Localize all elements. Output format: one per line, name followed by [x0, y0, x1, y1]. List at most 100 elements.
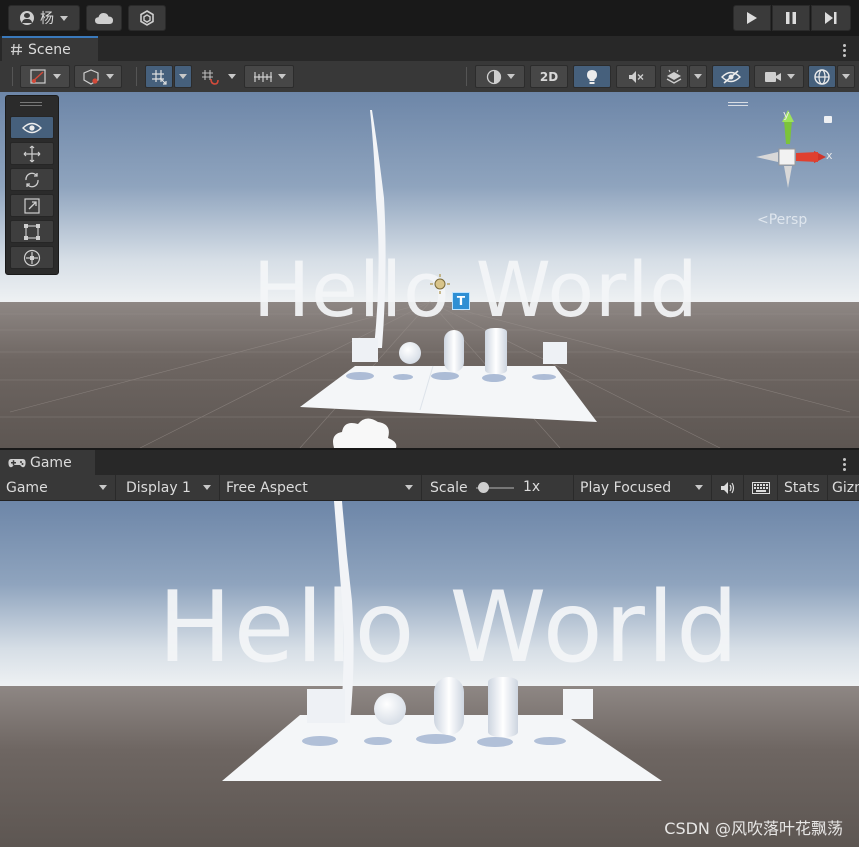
move-tool-button[interactable] [10, 142, 54, 165]
cube-icon [82, 68, 99, 85]
rotate-icon [25, 172, 39, 187]
effects-icon [666, 69, 682, 84]
scene-viewport[interactable]: Hello World T y x <Persp [0, 92, 859, 448]
speaker-icon [720, 481, 734, 494]
chevron-down-icon [695, 485, 703, 490]
play-mode-dropdown[interactable]: Play Focused [574, 475, 712, 500]
chevron-down-icon [405, 485, 413, 490]
light-gizmo-icon[interactable] [430, 274, 450, 294]
text-gizmo-icon[interactable]: T [452, 292, 470, 310]
scale-label: Scale [430, 479, 468, 496]
collab-icon [140, 10, 154, 26]
scene-hello-world-text[interactable]: Hello World [253, 245, 699, 334]
move-icon [23, 145, 41, 162]
play-icon [747, 12, 757, 24]
chevron-down-icon [842, 74, 850, 79]
chevron-down-icon [60, 15, 68, 21]
ruler-icon [253, 71, 272, 82]
scale-icon [24, 197, 40, 214]
lock-icon[interactable] [824, 116, 832, 123]
display-dropdown[interactable]: Display 1 [116, 475, 220, 500]
increment-snap-dropdown[interactable] [223, 65, 241, 88]
account-label: 杨 [40, 11, 54, 27]
projection-toggle[interactable]: <Persp [757, 212, 807, 228]
gizmo-x-label: x [826, 149, 833, 162]
game-capsule [434, 677, 464, 735]
play-button[interactable] [733, 5, 771, 31]
stats-button[interactable]: Stats [778, 475, 828, 500]
mute-icon [629, 70, 644, 83]
chevron-down-icon [179, 74, 187, 79]
grid-snap-button[interactable] [145, 65, 173, 88]
scene-toolbar: 2D [0, 61, 859, 93]
tab-game-label: Game [30, 454, 72, 471]
gizmo-handle-icon[interactable] [728, 102, 748, 103]
main-toolbar: 杨 [0, 0, 859, 36]
mute-audio-button[interactable] [712, 475, 744, 500]
effects-button[interactable] [660, 65, 688, 88]
scene-cylinder[interactable] [485, 328, 507, 374]
tab-game[interactable]: Game [0, 450, 95, 475]
scene-particle-cloud [333, 418, 397, 448]
scene-tall-shape[interactable] [360, 108, 400, 368]
scene-sphere[interactable] [399, 342, 421, 364]
chevron-down-icon [694, 74, 702, 79]
rotate-tool-button[interactable] [10, 168, 54, 191]
scene-menu-icon[interactable] [843, 42, 847, 59]
collab-button[interactable] [128, 5, 166, 31]
shading-icon [486, 69, 501, 84]
scene-capsule[interactable] [444, 330, 464, 372]
aspect-dropdown[interactable]: Free Aspect [220, 475, 422, 500]
eye-slash-icon [721, 69, 741, 84]
transform-icon [23, 249, 41, 266]
gizmos-label: Gizm [832, 479, 859, 496]
gizmos-toggle[interactable]: Gizm [828, 475, 859, 500]
game-hello-world-text: Hello World [158, 571, 741, 685]
game-viewport[interactable]: Hello World CSDN @风吹落叶花飘荡 [0, 501, 859, 847]
tool-handle-button[interactable] [20, 65, 70, 88]
draw-mode-button[interactable] [475, 65, 525, 88]
scene-cube-left[interactable] [352, 338, 378, 362]
game-menu-icon[interactable] [843, 456, 847, 473]
scene-visibility-toggle[interactable] [712, 65, 750, 88]
gizmos-dropdown[interactable] [837, 65, 855, 88]
hash-icon [11, 43, 22, 56]
pivot-icon [29, 68, 46, 84]
scale-tool-button[interactable] [10, 194, 54, 217]
display-label: Display 1 [126, 479, 191, 496]
gizmos-button[interactable] [808, 65, 836, 88]
lighting-toggle[interactable] [573, 65, 611, 88]
transform-tool-button[interactable] [10, 246, 54, 269]
shortcuts-button[interactable] [744, 475, 778, 500]
scene-cube-right[interactable] [543, 342, 567, 364]
rect-tool-button[interactable] [10, 220, 54, 243]
view-type-dropdown[interactable]: Game [0, 475, 116, 500]
increment-snap-button[interactable] [198, 65, 222, 88]
watermark-text: CSDN @风吹落叶花飘荡 [664, 819, 843, 838]
play-mode-label: Play Focused [580, 479, 672, 496]
audio-toggle[interactable] [616, 65, 656, 88]
gizmo-globe-icon [814, 68, 830, 85]
tab-scene[interactable]: Scene [2, 36, 98, 61]
pause-button[interactable] [772, 5, 810, 31]
view-tool-button[interactable] [10, 116, 54, 139]
game-tab-bar: Game [0, 450, 859, 475]
2d-toggle-button[interactable]: 2D [530, 65, 568, 88]
gamepad-icon [8, 458, 26, 467]
chevron-down-icon [105, 74, 114, 79]
camera-button[interactable] [754, 65, 804, 88]
chevron-down-icon [277, 74, 286, 79]
game-toolbar: Game Display 1 Free Aspect Scale 1x Play… [0, 475, 859, 501]
gizmo-y-label: y [783, 108, 790, 121]
scale-slider-thumb[interactable] [478, 482, 489, 493]
global-local-button[interactable] [74, 65, 122, 88]
cloud-button[interactable] [86, 5, 122, 31]
ruler-button[interactable] [244, 65, 294, 88]
game-cube-right [563, 689, 593, 719]
effects-dropdown[interactable] [689, 65, 707, 88]
chevron-down-icon [506, 74, 515, 79]
account-dropdown[interactable]: 杨 [8, 5, 80, 31]
grid-snap-dropdown[interactable] [174, 65, 192, 88]
view-type-label: Game [6, 479, 48, 496]
step-button[interactable] [811, 5, 851, 31]
